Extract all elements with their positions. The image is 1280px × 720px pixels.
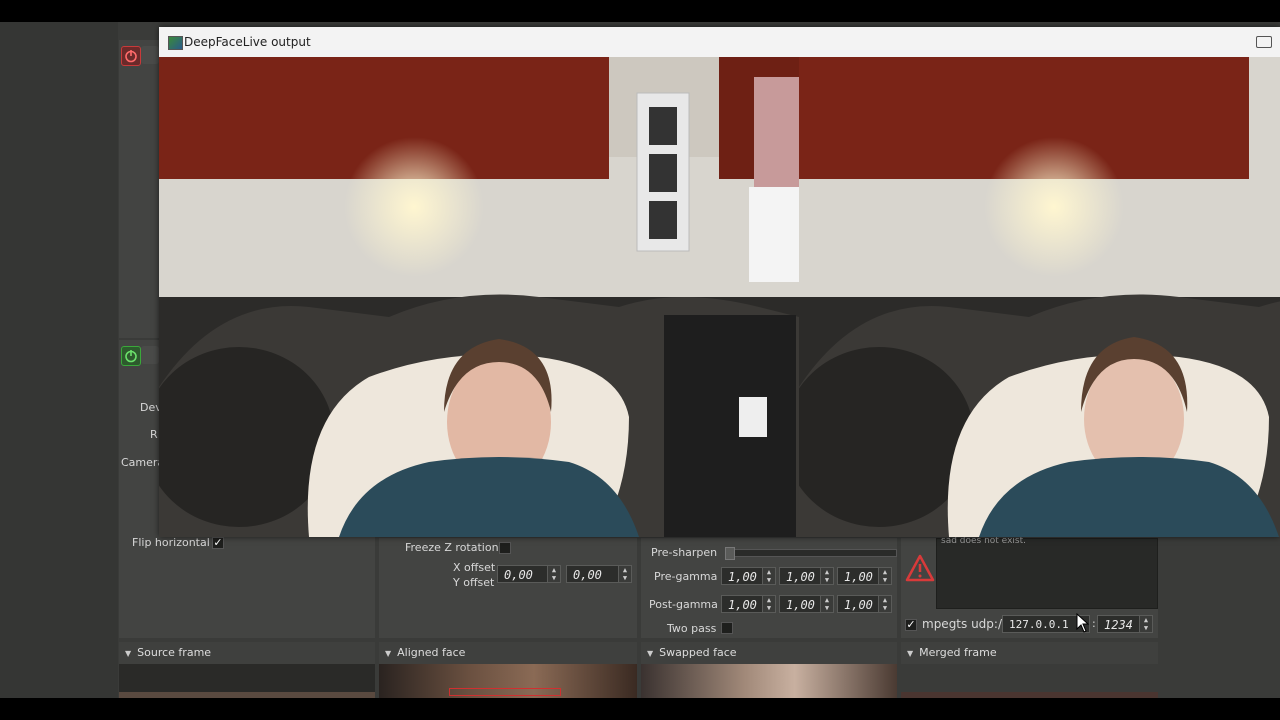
error-message-box: sad does not exist. xyxy=(936,536,1158,609)
port-spinbox[interactable]: 1234 ▲ ▼ xyxy=(1097,615,1153,633)
swapped-face-header[interactable]: ▼ Swapped face xyxy=(641,642,897,664)
warning-icon xyxy=(905,554,935,586)
mpegts-label: mpegts udp:// xyxy=(922,617,1007,631)
deepfacelive-app-icon xyxy=(168,36,183,50)
collapse-triangle-icon: ▼ xyxy=(125,649,132,658)
face-aligner-panel: Freeze Z rotation X offset Y offset 0,00… xyxy=(379,538,637,638)
spin-arrows-icon[interactable]: ▲ ▼ xyxy=(1139,616,1152,632)
post-gamma-b-spinbox[interactable]: 1,00 ▲ ▼ xyxy=(837,595,892,613)
two-pass-label: Two pass xyxy=(667,622,717,635)
post-gamma-r-spinbox[interactable]: 1,00 ▲ ▼ xyxy=(721,595,776,613)
output-window[interactable]: DeepFaceLive output xyxy=(159,27,1280,537)
y-offset-spinbox[interactable]: 0,00 ▲ ▼ xyxy=(566,565,632,583)
window-restore-icon[interactable] xyxy=(1256,36,1272,48)
room-scene-image xyxy=(799,57,1280,537)
pre-gamma-r-spinbox[interactable]: 1,00 ▲ ▼ xyxy=(721,567,776,585)
spin-arrows-icon[interactable]: ▲ ▼ xyxy=(618,566,631,582)
file-source-panel xyxy=(119,40,159,338)
collapse-triangle-icon: ▼ xyxy=(907,649,914,658)
stream-output-panel: sad does not exist. ✓ mpegts udp:// 127.… xyxy=(901,536,1158,638)
power-off-icon[interactable] xyxy=(121,46,141,66)
error-text: sad does not exist. xyxy=(941,536,1026,546)
pre-sharpen-label: Pre-sharpen xyxy=(651,546,718,559)
mpegts-checkbox[interactable]: ✓ xyxy=(905,619,917,631)
spin-arrows-icon[interactable]: ▲ ▼ xyxy=(820,596,833,612)
aligned-face-preview xyxy=(379,664,637,698)
app-left-margin xyxy=(0,22,118,698)
window-title: DeepFaceLive output xyxy=(184,35,311,49)
merged-frame-header[interactable]: ▼ Merged frame xyxy=(901,642,1158,664)
aligned-face-header[interactable]: ▼ Aligned face xyxy=(379,642,637,664)
power-on-icon[interactable] xyxy=(121,346,141,366)
spin-arrows-icon[interactable]: ▲ ▼ xyxy=(762,568,775,584)
pre-gamma-b-spinbox[interactable]: 1,00 ▲ ▼ xyxy=(837,567,892,585)
pre-gamma-g-spinbox[interactable]: 1,00 ▲ ▼ xyxy=(779,567,834,585)
mouse-cursor-icon xyxy=(1076,612,1090,637)
reload-icon[interactable] xyxy=(141,346,159,364)
freeze-z-rotation-checkbox[interactable] xyxy=(499,542,511,554)
reload-icon[interactable] xyxy=(141,46,159,64)
source-camera-view xyxy=(159,57,799,537)
collapse-triangle-icon: ▼ xyxy=(647,649,654,658)
spin-arrows-icon[interactable]: ▲ ▼ xyxy=(878,568,891,584)
flip-horizontal-checkbox[interactable]: ✓ xyxy=(212,537,224,549)
two-pass-checkbox[interactable] xyxy=(721,622,733,634)
source-frame-preview xyxy=(119,664,375,698)
x-offset-spinbox[interactable]: 0,00 ▲ ▼ xyxy=(497,565,561,583)
post-gamma-g-spinbox[interactable]: 1,00 ▲ ▼ xyxy=(779,595,834,613)
face-swapper-panel: Pre-sharpen Pre-gamma 1,00 ▲ ▼ 1,00 ▲ ▼ 1,00… xyxy=(641,538,897,638)
slider-handle[interactable] xyxy=(725,547,735,560)
freeze-z-rotation-label: Freeze Z rotation xyxy=(405,541,499,554)
pre-sharpen-slider[interactable] xyxy=(725,547,897,560)
source-frame-header[interactable]: ▼ Source frame xyxy=(119,642,375,664)
spin-arrows-icon[interactable]: ▲ ▼ xyxy=(820,568,833,584)
port-separator: : xyxy=(1092,617,1096,630)
resolution-label: R xyxy=(150,428,158,441)
y-offset-label: Y offset xyxy=(453,576,495,589)
merged-frame-preview xyxy=(901,664,1158,698)
x-offset-label: X offset xyxy=(453,561,496,574)
output-window-titlebar[interactable]: DeepFaceLive output xyxy=(159,27,1280,57)
swapped-face-preview xyxy=(641,664,897,698)
collapse-triangle-icon: ▼ xyxy=(385,649,392,658)
spin-arrows-icon[interactable]: ▲ ▼ xyxy=(762,596,775,612)
post-gamma-label: Post-gamma xyxy=(649,598,718,611)
spin-arrows-icon[interactable]: ▲ ▼ xyxy=(878,596,891,612)
room-scene-image xyxy=(159,57,799,537)
spin-arrows-icon[interactable]: ▲ ▼ xyxy=(547,566,560,582)
flip-horizontal-label: Flip horizontal xyxy=(132,536,210,549)
camera-label: Camera xyxy=(121,456,165,469)
pre-gamma-label: Pre-gamma xyxy=(654,570,718,583)
swapped-output-view xyxy=(799,57,1280,537)
